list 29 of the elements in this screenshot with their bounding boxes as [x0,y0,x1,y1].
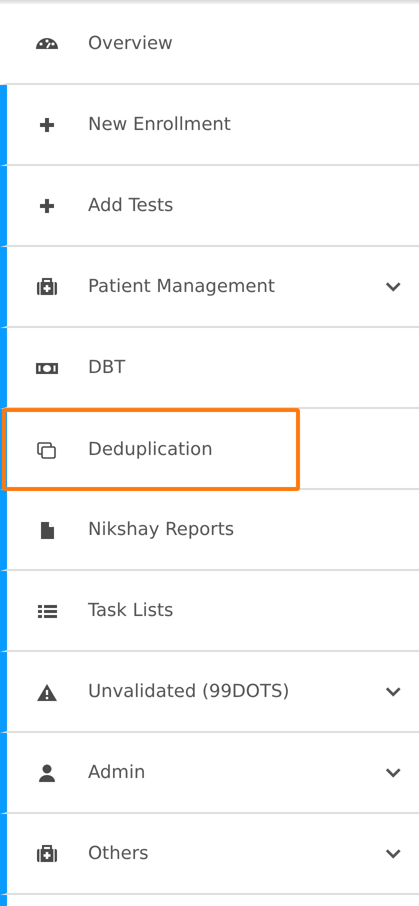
menu-label: Overview [88,32,173,56]
menu-item[interactable]: Task Lists [0,571,419,652]
menu-label: New Enrollment [88,113,231,137]
menu-label: Deduplication [88,438,213,462]
menu-item[interactable]: Patient Management [0,247,419,328]
menu-item[interactable]: Admin [0,733,419,814]
menu-label: DBT [88,356,126,380]
menu-item[interactable]: Deduplication [0,409,419,490]
menu-item[interactable]: Unvalidated (99DOTS) [0,652,419,733]
chevron-down-icon[interactable] [384,280,401,292]
menu-label: Patient Management [88,275,275,299]
menu-label: Add Tests [88,194,174,218]
menu-item[interactable]: Add Tests [0,166,419,247]
menu-label: Admin [88,761,146,785]
menu-item[interactable]: Others [0,814,419,895]
chevron-down-icon[interactable] [384,766,401,778]
menu-item[interactable]: New Enrollment [0,85,419,166]
menu-label: Task Lists [88,599,174,623]
menu-label: Unvalidated (99DOTS) [88,680,290,704]
chevron-down-icon[interactable] [384,848,401,860]
menu-label: Others [88,842,148,866]
chevron-down-icon[interactable] [384,686,401,698]
menu-label: Nikshay Reports [88,518,234,542]
medical-kit-icon [34,276,60,296]
medical-kit-icon [34,844,60,864]
menu-item[interactable]: Nikshay Reports [0,490,419,571]
gauge-icon [36,38,58,49]
warning-icon [34,682,60,702]
menu-item[interactable]: DBT [0,328,419,409]
